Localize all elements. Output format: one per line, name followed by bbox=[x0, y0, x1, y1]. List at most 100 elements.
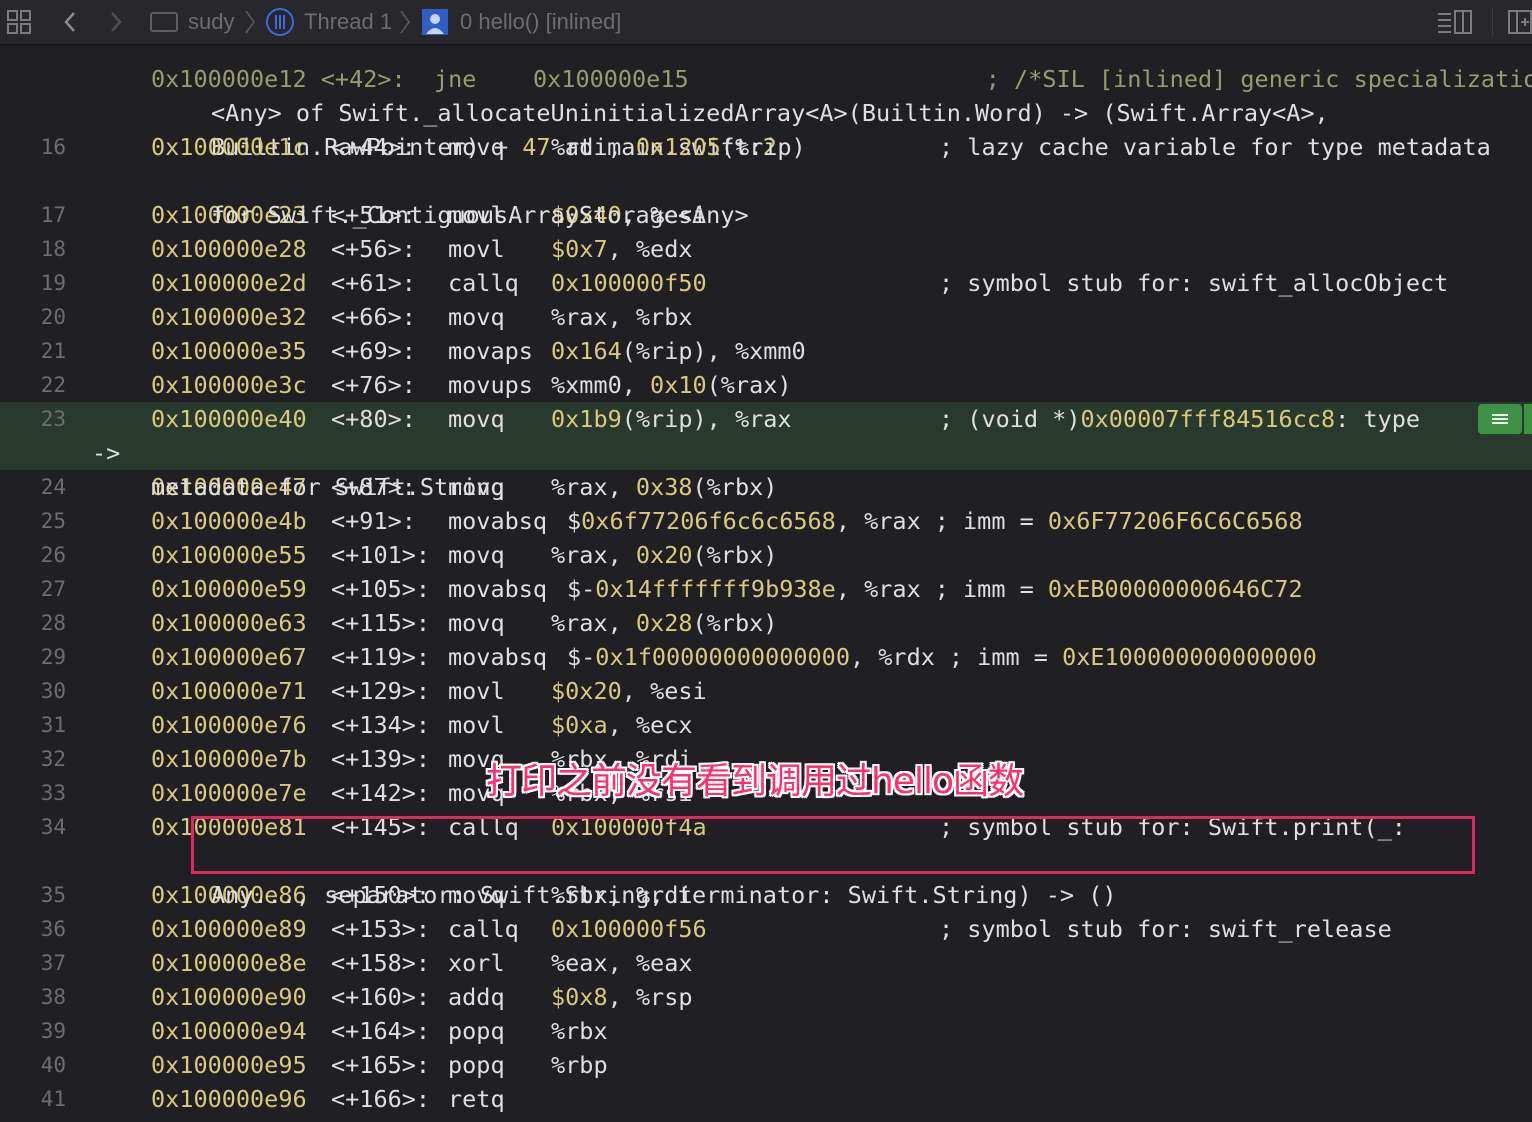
instruction-row[interactable]: 28 0x100000e63 <+115>: movq %rax, 0x28(%rbx) bbox=[0, 606, 1532, 640]
comment-text: ; symbol stub for: swift_release bbox=[939, 915, 1392, 943]
instruction-operands: $0x6f77206f6c6c6568, %rax bbox=[567, 504, 921, 538]
back-icon[interactable] bbox=[56, 6, 84, 38]
instruction-mnemonic: movups bbox=[448, 371, 533, 399]
instruction-row[interactable]: 31 0x100000e76 <+134>: movl $0xa, %ecx bbox=[0, 708, 1532, 742]
instruction-row[interactable]: 20 0x100000e32 <+66>: movq %rax, %rbx bbox=[0, 300, 1532, 334]
instruction-operands: %rax, 0x38(%rbx) bbox=[551, 470, 777, 504]
instruction-row[interactable]: 30 0x100000e71 <+129>: movl $0x20, %esi bbox=[0, 674, 1532, 708]
related-items-icon[interactable] bbox=[4, 6, 34, 38]
comment-value: 0xE100000000000000 bbox=[1062, 643, 1317, 671]
instruction-offset: <+158>: bbox=[331, 949, 431, 977]
line-number: 20 bbox=[40, 305, 66, 329]
line-number: 27 bbox=[40, 577, 66, 601]
instruction-row[interactable]: 41 0x100000e96 <+166>: retq bbox=[0, 1082, 1532, 1116]
continuation-text: for Swift._ContiguousArrayStorage<Any> bbox=[211, 201, 749, 229]
instruction-offset: <+115>: bbox=[331, 609, 431, 637]
editor-options-icon[interactable] bbox=[1434, 6, 1476, 38]
operand-register: %rax bbox=[864, 575, 921, 603]
operand-space bbox=[850, 575, 864, 603]
instruction-operands: $0x20, %esi bbox=[551, 674, 707, 708]
instruction-row[interactable]: 18 0x100000e28 <+56>: movl $0x7, %edx bbox=[0, 232, 1532, 266]
instruction-row[interactable]: 26 0x100000e55 <+101>: movq %rax, 0x20(%rbx) bbox=[0, 538, 1532, 572]
operand-space bbox=[622, 711, 636, 739]
instruction-pointer-arrow: -> bbox=[92, 439, 121, 467]
instruction-offset: <+165>: bbox=[331, 1051, 431, 1079]
operand-text: , bbox=[607, 235, 622, 263]
operand-space bbox=[622, 473, 636, 501]
instruction-offset: <+66>: bbox=[331, 303, 416, 331]
instruction-row[interactable]: 23 0x100000e40 <+80>: movq 0x1b9(%rip), %rax… bbox=[0, 402, 1532, 436]
operand-text: %eax, bbox=[551, 949, 622, 977]
instruction-offset: <+129>: bbox=[331, 677, 431, 705]
instruction-offset: <+105>: bbox=[331, 575, 431, 603]
instruction-address: 0x100000e59 bbox=[151, 575, 307, 603]
instruction-mnemonic: addq bbox=[448, 983, 505, 1011]
instruction-address: 0x100000e95 bbox=[151, 1051, 307, 1079]
line-number: 29 bbox=[40, 645, 66, 669]
instruction-row[interactable]: 22 0x100000e3c <+76>: movups %xmm0, 0x10(%ra… bbox=[0, 368, 1532, 402]
instruction-row[interactable]: 21 0x100000e35 <+69>: movaps 0x164(%rip), %x… bbox=[0, 334, 1532, 368]
operand-immediate: 0x164 bbox=[551, 337, 622, 365]
breadcrumb-frame[interactable]: 0 hello() [inlined] bbox=[460, 6, 621, 38]
breadcrumb-target[interactable]: sudy bbox=[188, 6, 234, 38]
instruction-operands: %rdi, 0x1205(%rip) bbox=[551, 130, 806, 164]
instruction-offset: <+44>: bbox=[331, 133, 416, 161]
comment-text: ; (void *) bbox=[939, 405, 1081, 433]
operand-register: %ecx bbox=[635, 711, 693, 739]
instruction-address: 0x100000e1c bbox=[151, 133, 307, 161]
operand-text: (%rip) bbox=[720, 133, 806, 161]
operand-immediate: 0x100000f56 bbox=[551, 915, 707, 943]
instruction-operands: 0x100000f56 bbox=[551, 912, 707, 946]
toolbar-divider bbox=[1492, 8, 1493, 36]
instruction-operands: %xmm0, 0x10(%rax) bbox=[551, 368, 792, 402]
instruction-operands: %rax, 0x28(%rbx) bbox=[551, 606, 777, 640]
line-number: 19 bbox=[40, 271, 66, 295]
instruction-row[interactable]: 40 0x100000e95 <+165>: popq %rbp bbox=[0, 1048, 1532, 1082]
operand-register: %eax bbox=[635, 949, 693, 977]
add-editor-icon[interactable] bbox=[1506, 6, 1532, 38]
instruction-comment: ; lazy cache variable for type metadata bbox=[939, 130, 1491, 164]
comment-text: ; imm = bbox=[948, 643, 1063, 671]
line-number: 22 bbox=[40, 373, 66, 397]
operand-space bbox=[721, 337, 735, 365]
instruction-row[interactable]: 19 0x100000e2d <+61>: callq 0x100000f50 ; sym… bbox=[0, 266, 1532, 300]
breadcrumb-thread[interactable]: Thread 1 bbox=[304, 6, 392, 38]
instruction-row[interactable]: 27 0x100000e59 <+105>: movabsq $-0x14fffffff… bbox=[0, 572, 1532, 606]
instruction-row[interactable]: 38 0x100000e90 <+160>: addq $0x8, %rsp bbox=[0, 980, 1532, 1014]
operand-text: %rbx bbox=[551, 1017, 608, 1045]
instruction-row[interactable]: 25 0x100000e4b <+91>: movabsq $0x6f77206f6c6… bbox=[0, 504, 1532, 538]
operand-text: (%rbx) bbox=[692, 541, 778, 569]
instruction-mnemonic: movl bbox=[448, 711, 505, 739]
operand-register: %rax bbox=[734, 405, 792, 433]
annotation-highlight-box bbox=[191, 816, 1475, 874]
instruction-mnemonic: movq bbox=[448, 133, 505, 161]
instruction-mnemonic: movabsq bbox=[448, 643, 548, 671]
disassembly-view[interactable]: 0x100000e12 <+42>: jne 0x100000e15 ; /*S… bbox=[0, 45, 1532, 1122]
instruction-comment: ; symbol stub for: swift_release bbox=[939, 912, 1392, 946]
operand-register: %rsp bbox=[635, 983, 693, 1011]
instruction-offset: <+153>: bbox=[331, 915, 431, 943]
instruction-row[interactable]: 37 0x100000e8e <+158>: xorl %eax, %eax bbox=[0, 946, 1532, 980]
instruction-row[interactable]: 16 0x100000e1c <+44>: movq %rdi, 0x1205(%rip… bbox=[0, 130, 1532, 164]
comment-text: ; symbol stub for: swift_allocObject bbox=[939, 269, 1449, 297]
instruction-offset: <+80>: bbox=[331, 405, 416, 433]
instruction-mnemonic: popq bbox=[448, 1017, 505, 1045]
comment-value: 0x6F77206F6C6C6568 bbox=[1047, 507, 1303, 535]
instruction-offset: <+56>: bbox=[331, 235, 416, 263]
operand-register: %xmm0 bbox=[734, 337, 806, 365]
comment-value: 0x00007fff84516cc8 bbox=[1080, 405, 1336, 433]
thread-indicator-badge[interactable] bbox=[1478, 404, 1522, 434]
instruction-comment: ; symbol stub for: swift_allocObject bbox=[939, 266, 1448, 300]
line-number: 38 bbox=[40, 985, 66, 1009]
operand-immediate: 0x38 bbox=[635, 473, 693, 501]
line-number: 34 bbox=[40, 815, 66, 839]
operand-space bbox=[850, 507, 864, 535]
instruction-row[interactable]: 29 0x100000e67 <+119>: movabsq $-0x1f0000000… bbox=[0, 640, 1532, 674]
instruction-address: 0x100000e96 bbox=[151, 1085, 307, 1113]
instruction-address: 0x100000e55 bbox=[151, 541, 307, 569]
instruction-comment: ; imm = 0x6F77206F6C6C6568 bbox=[935, 504, 1303, 538]
instruction-operands: $0xa, %ecx bbox=[551, 708, 693, 742]
instruction-row[interactable]: 39 0x100000e94 <+164>: popq %rbx bbox=[0, 1014, 1532, 1048]
forward-icon[interactable] bbox=[102, 6, 130, 38]
instruction-row[interactable]: 36 0x100000e89 <+153>: callq 0x100000f56; sy… bbox=[0, 912, 1532, 946]
